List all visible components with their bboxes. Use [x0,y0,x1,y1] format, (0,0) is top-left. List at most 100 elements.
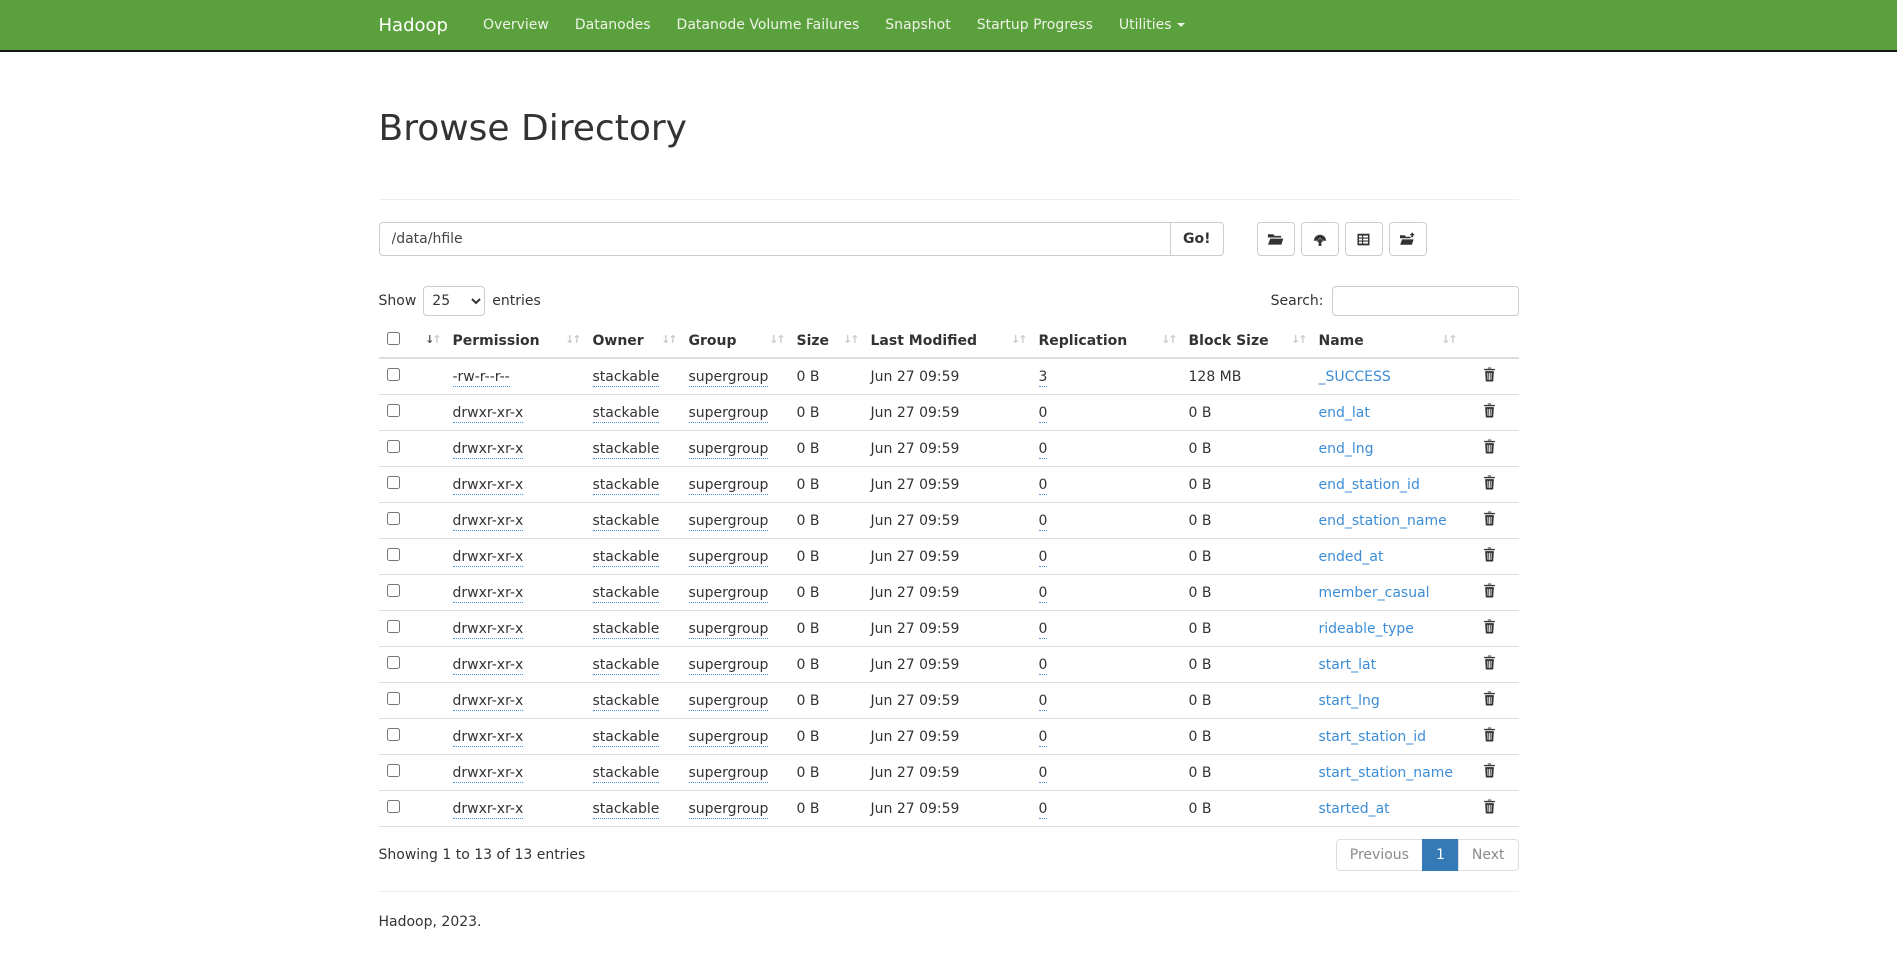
permission-cell[interactable]: drwxr-xr-x [453,801,524,819]
group-cell[interactable]: supergroup [689,513,769,531]
row-checkbox[interactable] [387,404,400,417]
owner-cell[interactable]: stackable [593,441,660,459]
owner-cell[interactable]: stackable [593,405,660,423]
owner-cell[interactable]: stackable [593,765,660,783]
group-cell[interactable]: supergroup [689,765,769,783]
column-header-last-modified[interactable]: Last Modified↓↑ [863,324,1031,358]
file-name-link[interactable]: _SUCCESS [1319,369,1391,385]
nav-item-utilities[interactable]: Utilities [1106,0,1198,50]
delete-button[interactable] [1483,691,1496,706]
row-checkbox[interactable] [387,692,400,705]
delete-button[interactable] [1483,403,1496,418]
owner-cell[interactable]: stackable [593,513,660,531]
table-search-input[interactable] [1332,286,1519,316]
pagination-page-1[interactable]: 1 [1422,839,1459,871]
nav-item-startup-progress[interactable]: Startup Progress [964,0,1106,50]
row-checkbox[interactable] [387,440,400,453]
replication-cell[interactable]: 0 [1039,621,1048,639]
owner-cell[interactable]: stackable [593,549,660,567]
permission-cell[interactable]: drwxr-xr-x [453,405,524,423]
permission-cell[interactable]: drwxr-xr-x [453,657,524,675]
file-name-link[interactable]: rideable_type [1319,621,1414,637]
group-cell[interactable]: supergroup [689,621,769,639]
replication-cell[interactable]: 0 [1039,513,1048,531]
permission-cell[interactable]: drwxr-xr-x [453,765,524,783]
replication-cell[interactable]: 0 [1039,693,1048,711]
permission-cell[interactable]: drwxr-xr-x [453,549,524,567]
file-name-link[interactable]: member_casual [1319,585,1430,601]
file-name-link[interactable]: end_station_id [1319,477,1420,493]
owner-cell[interactable]: stackable [593,693,660,711]
replication-cell[interactable]: 0 [1039,405,1048,423]
replication-cell[interactable]: 0 [1039,657,1048,675]
row-checkbox[interactable] [387,728,400,741]
permission-cell[interactable]: drwxr-xr-x [453,693,524,711]
row-checkbox[interactable] [387,800,400,813]
column-header-size[interactable]: Size↓↑ [789,324,863,358]
row-checkbox[interactable] [387,548,400,561]
file-name-link[interactable]: end_lng [1319,441,1374,457]
move-to-folder-button[interactable] [1389,222,1427,256]
owner-cell[interactable]: stackable [593,477,660,495]
group-cell[interactable]: supergroup [689,801,769,819]
pagination-previous[interactable]: Previous [1336,839,1423,871]
row-checkbox[interactable] [387,656,400,669]
delete-button[interactable] [1483,367,1496,382]
nav-item-datanode-volume-failures[interactable]: Datanode Volume Failures [664,0,873,50]
owner-cell[interactable]: stackable [593,657,660,675]
row-checkbox[interactable] [387,512,400,525]
permission-cell[interactable]: drwxr-xr-x [453,477,524,495]
storage-policy-button[interactable] [1345,222,1383,256]
column-header-select-all[interactable]: ↓↑ [379,324,445,358]
nav-item-overview[interactable]: Overview [470,0,562,50]
create-directory-button[interactable] [1257,222,1295,256]
owner-cell[interactable]: stackable [593,621,660,639]
owner-cell[interactable]: stackable [593,801,660,819]
permission-cell[interactable]: -rw-r--r-- [453,369,510,387]
delete-button[interactable] [1483,547,1496,562]
permission-cell[interactable]: drwxr-xr-x [453,585,524,603]
column-header-name[interactable]: Name↓↑ [1311,324,1461,358]
delete-button[interactable] [1483,511,1496,526]
replication-cell[interactable]: 0 [1039,477,1048,495]
file-name-link[interactable]: end_lat [1319,405,1370,421]
file-name-link[interactable]: ended_at [1319,549,1384,565]
delete-button[interactable] [1483,439,1496,454]
group-cell[interactable]: supergroup [689,693,769,711]
replication-cell[interactable]: 0 [1039,729,1048,747]
file-name-link[interactable]: started_at [1319,801,1390,817]
replication-cell[interactable]: 3 [1039,369,1048,387]
owner-cell[interactable]: stackable [593,729,660,747]
delete-button[interactable] [1483,727,1496,742]
replication-cell[interactable]: 0 [1039,585,1048,603]
directory-path-input[interactable] [379,222,1172,256]
permission-cell[interactable]: drwxr-xr-x [453,513,524,531]
go-button[interactable]: Go! [1170,222,1224,256]
group-cell[interactable]: supergroup [689,549,769,567]
delete-button[interactable] [1483,763,1496,778]
group-cell[interactable]: supergroup [689,585,769,603]
nav-item-snapshot[interactable]: Snapshot [872,0,963,50]
replication-cell[interactable]: 0 [1039,549,1048,567]
delete-button[interactable] [1483,583,1496,598]
file-name-link[interactable]: start_lat [1319,657,1377,673]
nav-item-datanodes[interactable]: Datanodes [562,0,664,50]
column-header-replication[interactable]: Replication↓↑ [1031,324,1181,358]
column-header-owner[interactable]: Owner↓↑ [585,324,681,358]
row-checkbox[interactable] [387,368,400,381]
upload-file-button[interactable] [1301,222,1339,256]
row-checkbox[interactable] [387,584,400,597]
group-cell[interactable]: supergroup [689,477,769,495]
owner-cell[interactable]: stackable [593,585,660,603]
delete-button[interactable] [1483,655,1496,670]
row-checkbox[interactable] [387,476,400,489]
file-name-link[interactable]: start_lng [1319,693,1380,709]
group-cell[interactable]: supergroup [689,657,769,675]
select-all-checkbox[interactable] [387,332,400,345]
row-checkbox[interactable] [387,620,400,633]
group-cell[interactable]: supergroup [689,405,769,423]
file-name-link[interactable]: end_station_name [1319,513,1447,529]
permission-cell[interactable]: drwxr-xr-x [453,621,524,639]
replication-cell[interactable]: 0 [1039,441,1048,459]
group-cell[interactable]: supergroup [689,369,769,387]
